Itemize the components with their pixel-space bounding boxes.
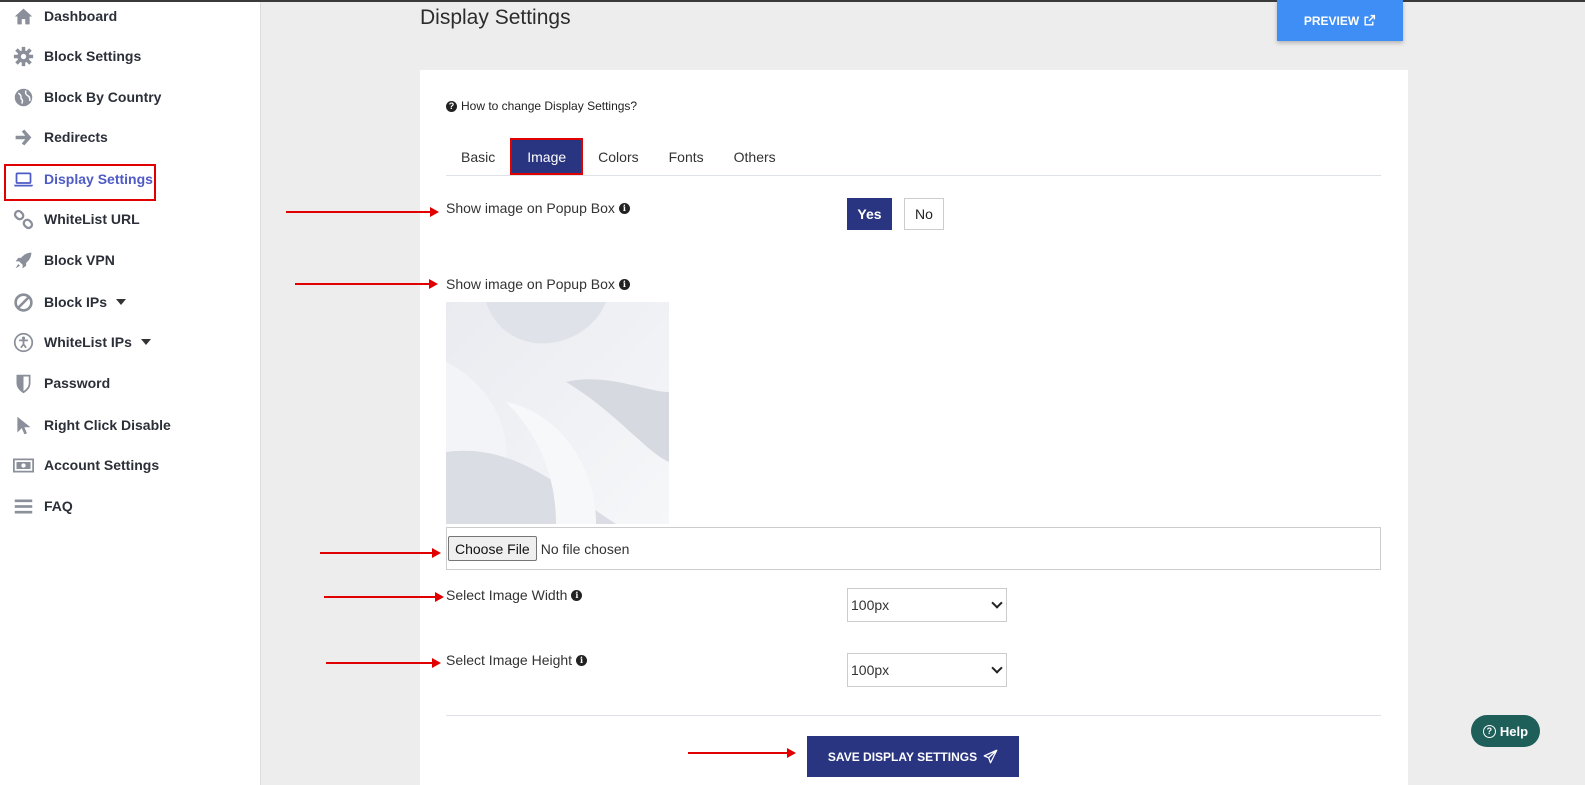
bars-icon — [12, 495, 34, 517]
howto-label: How to change Display Settings? — [461, 99, 638, 113]
sidebar-item-label: Block By Country — [44, 89, 162, 105]
save-display-settings-button[interactable]: SAVE DISPLAY SETTINGS — [807, 736, 1019, 777]
external-link-icon — [1364, 14, 1376, 26]
preview-label: PREVIEW — [1303, 13, 1360, 28]
sidebar-item-label: Account Settings — [44, 457, 160, 473]
width-label: Select Image Width i — [446, 587, 583, 603]
sidebar-item-right-click-disable[interactable]: Right Click Disable — [12, 408, 252, 442]
info-icon[interactable]: i — [576, 654, 588, 666]
shield-icon — [12, 372, 34, 394]
annotation-arrow — [688, 748, 796, 758]
home-icon — [12, 5, 34, 27]
save-label: SAVE DISPLAY SETTINGS — [827, 749, 978, 764]
question-circle-icon: ? — [446, 100, 457, 112]
sidebar-item-faq[interactable]: FAQ — [12, 489, 252, 523]
height-label: Select Image Height i — [446, 652, 588, 668]
image-width-select[interactable]: 100px — [847, 588, 1007, 622]
show-image-text: Show image on Popup Box — [446, 200, 615, 216]
yes-button[interactable]: Yes — [847, 198, 892, 230]
sidebar-item-label: Block Settings — [44, 48, 142, 64]
sidebar-item-password[interactable]: Password — [12, 366, 252, 400]
tab-image[interactable]: Image — [510, 138, 584, 175]
sidebar-item-account-settings[interactable]: Account Settings — [12, 448, 252, 482]
info-icon[interactable]: i — [571, 589, 583, 601]
sidebar-item-label: WhiteList URL — [44, 211, 140, 227]
divider — [446, 715, 1381, 716]
width-label-text: Select Image Width — [446, 587, 568, 603]
accessibility-icon — [12, 331, 34, 353]
active-highlight — [4, 164, 156, 201]
image-preview — [446, 302, 669, 524]
choose-file-button[interactable]: Choose File — [448, 536, 537, 561]
sidebar-item-label: WhiteList IPs — [44, 334, 132, 350]
chevron-down-icon — [991, 662, 1003, 674]
annotation-arrow — [286, 207, 439, 217]
ban-icon — [12, 291, 34, 313]
tab-basic[interactable]: Basic — [446, 138, 510, 175]
rocket-icon — [12, 249, 34, 271]
sidebar-item-whitelist-url[interactable]: WhiteList URL — [12, 202, 252, 236]
question-circle-icon: ? — [1482, 724, 1496, 738]
tab-fonts[interactable]: Fonts — [654, 138, 719, 175]
image-height-value: 100px — [851, 662, 890, 678]
file-status: No file chosen — [540, 540, 630, 557]
show-image-label: Show image on Popup Box i — [446, 200, 630, 216]
image-height-select[interactable]: 100px — [847, 653, 1007, 687]
sidebar-item-label: Password — [44, 375, 111, 391]
gear-icon — [12, 45, 34, 67]
help-label: Help — [1499, 723, 1529, 739]
sidebar-item-block-ips[interactable]: Block IPs — [12, 285, 252, 319]
annotation-arrow — [324, 592, 444, 602]
sidebar-item-block-vpn[interactable]: Block VPN — [12, 243, 252, 277]
sidebar-item-label: Right Click Disable — [44, 417, 171, 433]
paper-plane-icon — [983, 749, 998, 764]
sidebar-item-label: Dashboard — [44, 8, 118, 24]
cursor-icon — [12, 414, 34, 436]
preview-button[interactable]: PREVIEW — [1277, 0, 1403, 41]
annotation-arrow — [295, 279, 438, 289]
sidebar-item-dashboard[interactable]: Dashboard — [12, 0, 252, 33]
arrow-right-icon — [12, 126, 34, 148]
sidebar-item-label: Block VPN — [44, 252, 115, 268]
tab-others[interactable]: Others — [719, 138, 791, 175]
sidebar-item-block-settings[interactable]: Block Settings — [12, 39, 252, 73]
no-button[interactable]: No — [904, 198, 944, 230]
annotation-arrow — [326, 658, 441, 668]
tab-bar: Basic Image Colors Fonts Others — [446, 138, 1381, 176]
sidebar-item-label: Redirects — [44, 129, 108, 145]
image-label-text: Show image on Popup Box — [446, 276, 615, 292]
caret-down-icon — [116, 299, 127, 305]
sidebar: Dashboard Block Settings Block By Countr… — [0, 2, 261, 785]
info-icon[interactable]: i — [618, 202, 630, 214]
money-bill-icon — [12, 454, 34, 476]
image-label: Show image on Popup Box i — [446, 276, 630, 292]
caret-down-icon — [140, 339, 151, 345]
settings-card: ? How to change Display Settings? Basic … — [420, 70, 1408, 785]
help-button[interactable]: ? Help — [1471, 715, 1540, 747]
sidebar-item-label: FAQ — [44, 498, 73, 514]
globe-icon — [12, 86, 34, 108]
annotation-arrow — [320, 548, 441, 558]
sidebar-item-block-by-country[interactable]: Block By Country — [12, 80, 252, 114]
height-label-text: Select Image Height — [446, 652, 573, 668]
sidebar-item-redirects[interactable]: Redirects — [12, 120, 252, 154]
info-icon[interactable]: i — [618, 278, 630, 290]
page-title: Display Settings — [420, 6, 571, 29]
link-icon — [12, 208, 34, 230]
image-width-value: 100px — [851, 597, 890, 613]
sidebar-item-label: Block IPs — [44, 294, 108, 310]
tab-colors[interactable]: Colors — [583, 138, 653, 175]
file-input[interactable]: Choose File No file chosen — [446, 527, 1381, 570]
chevron-down-icon — [991, 597, 1003, 609]
sidebar-item-whitelist-ips[interactable]: WhiteList IPs — [12, 325, 252, 359]
howto-link[interactable]: ? How to change Display Settings? — [446, 99, 637, 113]
